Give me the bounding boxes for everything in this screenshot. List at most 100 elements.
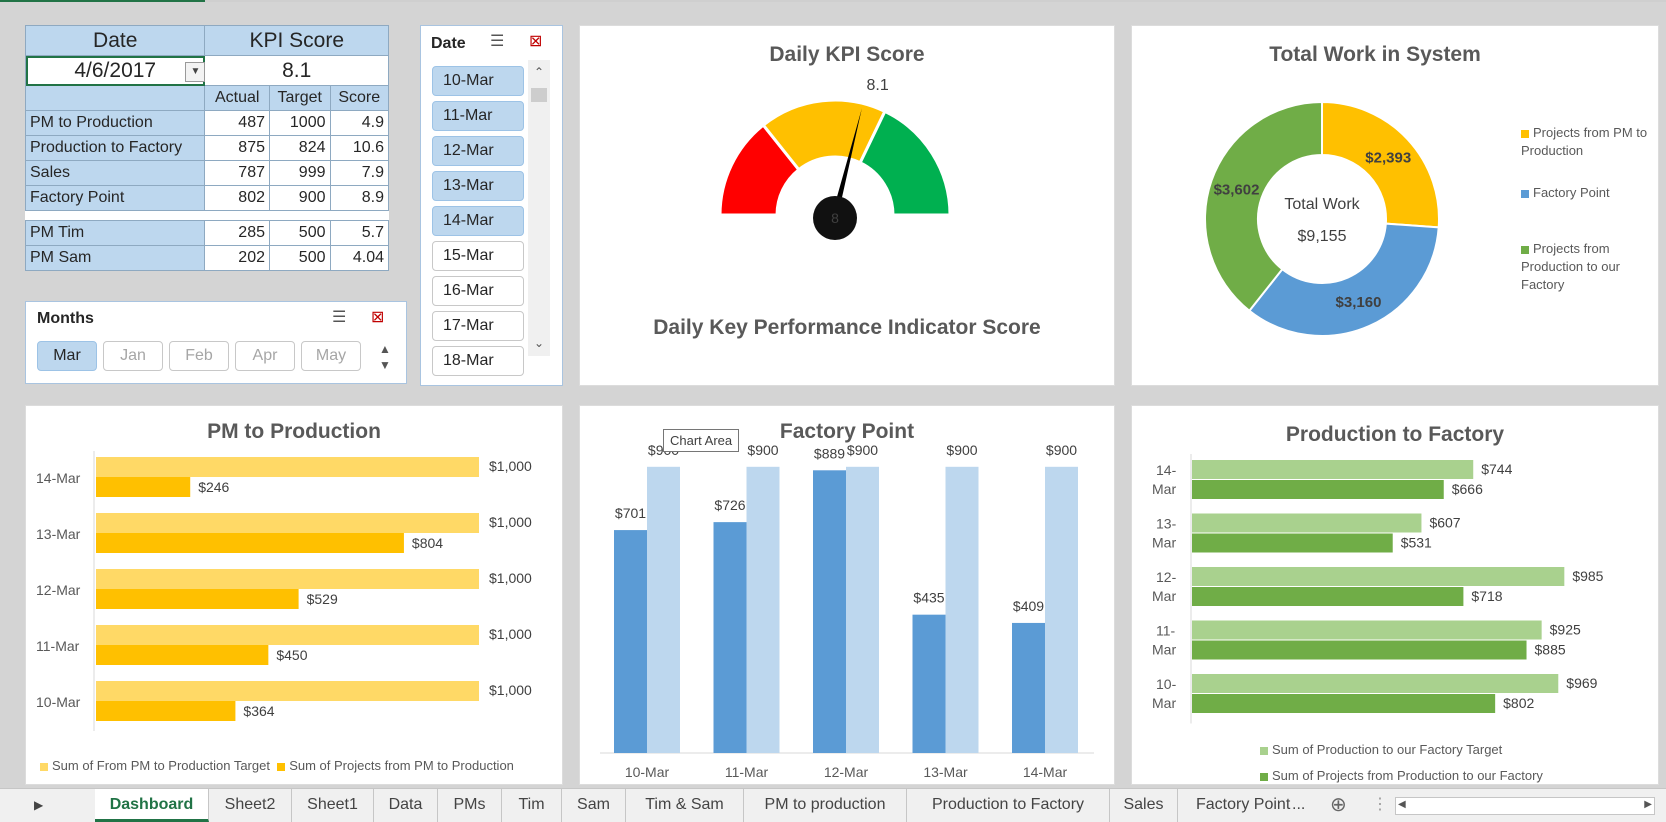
clear-filter-icon[interactable]: ⊠ [529, 31, 542, 51]
tab-tim[interactable]: Tim [502, 789, 562, 822]
months-slicer-title: Months [37, 310, 94, 327]
target-bar [96, 513, 479, 533]
factory-point-panel[interactable]: Factory Point $701$90010-Mar$726$90011-M… [579, 405, 1115, 785]
actual-bar [1192, 480, 1444, 499]
more-tabs-indicator[interactable]: ... [1292, 789, 1312, 822]
bar-value-label: $1,000 [489, 514, 532, 530]
category-label: Mar [1152, 588, 1176, 604]
target-cell: 999 [269, 160, 331, 186]
target-cell: 900 [269, 185, 331, 211]
donut-center-label: Total Work [1284, 196, 1360, 213]
tab-pms[interactable]: PMs [438, 789, 502, 822]
production-to-factory-panel[interactable]: Production to Factory $744 $666 14- Mar $607… [1131, 405, 1659, 785]
tab-pm-to-production[interactable]: PM to production [744, 789, 907, 822]
row-label: Sales [24, 160, 206, 186]
scroll-down-icon[interactable]: ▼ [374, 358, 396, 372]
total-work-panel[interactable]: Total Work in System $2,393 $3,160 $3,602 T… [1131, 25, 1659, 386]
kpi-gauge-panel[interactable]: Daily KPI Score 8 8.1 Daily Key Performan… [579, 25, 1115, 386]
clear-filter-icon[interactable]: ⊠ [371, 307, 384, 327]
actual-bar [614, 530, 647, 753]
bar-value-label: $1,000 [489, 626, 532, 642]
actual-cell: 787 [204, 160, 270, 186]
category-label: 12-Mar [36, 582, 81, 598]
date-slicer: Date ☰ ⊠ 10-Mar 11-Mar 12-Mar 13-Mar 14-… [420, 25, 563, 386]
actual-bar [713, 522, 747, 753]
tab-production-to-factory[interactable]: Production to Factory [907, 789, 1110, 822]
actual-bar [96, 701, 236, 721]
date-chip-12-mar[interactable]: 12-Mar [432, 136, 524, 166]
pm-to-production-panel[interactable]: PM to Production $1,000 $246 14-Mar $1,000 $… [25, 405, 563, 785]
actual-bar [1192, 694, 1496, 713]
chevron-down-icon[interactable]: ▼ [185, 62, 206, 82]
actual-cell: 285 [204, 220, 270, 246]
date-chip-10-mar[interactable]: 10-Mar [432, 66, 524, 96]
date-chip-13-mar[interactable]: 13-Mar [432, 171, 524, 201]
date-input-cell[interactable]: 4/6/2017 ▼ [24, 55, 206, 86]
date-chip-16-mar[interactable]: 16-Mar [432, 276, 524, 306]
target-bar [96, 625, 479, 645]
target-bar [945, 466, 979, 753]
date-chip-14-mar[interactable]: 14-Mar [432, 206, 524, 236]
target-bar [1045, 466, 1078, 753]
table-row: PM Sam 202 500 4.04 [24, 245, 389, 271]
tab-sheet2[interactable]: Sheet2 [209, 789, 292, 822]
category-label: 12-Mar [824, 764, 869, 780]
scroll-thumb[interactable] [531, 88, 547, 102]
month-chip-feb[interactable]: Feb [169, 341, 229, 371]
date-chip-17-mar[interactable]: 17-Mar [432, 311, 524, 341]
tab-tim-and-sam[interactable]: Tim & Sam [626, 789, 744, 822]
scroll-up-icon[interactable]: ▲ [374, 342, 396, 356]
date-header: Date [24, 25, 206, 56]
tab-sheet1[interactable]: Sheet1 [292, 789, 374, 822]
tab-dashboard[interactable]: Dashboard [95, 789, 209, 822]
tab-splitter[interactable]: ⋮ [1372, 789, 1388, 822]
scroll-up-icon[interactable]: ⌃ [528, 65, 550, 79]
date-slicer-scrollbar[interactable]: ⌃ ⌄ [528, 60, 550, 356]
gauge-value-label: 8.1 [867, 77, 889, 94]
legend-label: Factory Point [1533, 185, 1610, 200]
horizontal-scrollbar[interactable]: ◀ ▶ [1395, 797, 1655, 815]
month-chip-jan[interactable]: Jan [103, 341, 163, 371]
tab-sam[interactable]: Sam [562, 789, 626, 822]
pm-legend: Sum of From PM to Production Target Sum … [40, 758, 514, 773]
tab-sales[interactable]: Sales [1110, 789, 1178, 822]
date-chip-11-mar[interactable]: 11-Mar [432, 101, 524, 131]
category-label: 10-Mar [625, 764, 670, 780]
scroll-right-icon[interactable]: ▶ [1644, 799, 1652, 810]
score-cell: 8.9 [329, 185, 389, 211]
scroll-down-icon[interactable]: ⌄ [528, 336, 550, 350]
target-bar [1192, 513, 1422, 533]
tab-next-icon[interactable]: ▶ [34, 789, 54, 822]
legend-item: Factory Point [1521, 184, 1653, 202]
row-label: Factory Point [24, 185, 206, 211]
month-chip-may[interactable]: May [301, 341, 361, 371]
bar-value-label: $529 [307, 591, 338, 607]
date-chip-15-mar[interactable]: 15-Mar [432, 241, 524, 271]
months-slicer: Months ☰ ⊠ Mar Jan Feb Apr May ▲ ▼ [25, 301, 407, 384]
add-sheet-icon[interactable]: ⊕ [1330, 789, 1354, 822]
donut-svg: $2,393 $3,160 $3,602 Total Work $9,155 [1204, 100, 1440, 337]
actual-bar [96, 477, 191, 497]
table-row: PM to Production 487 1000 4.9 [24, 110, 389, 136]
legend-swatch [1260, 772, 1268, 781]
table-row: Sales 787 999 7.9 [24, 160, 389, 186]
target-bar [1192, 460, 1474, 479]
category-label: Mar [1152, 535, 1176, 551]
donut-center-value: $9,155 [1298, 228, 1347, 245]
bar-value-label: $900 [1046, 442, 1077, 458]
multi-select-icon[interactable]: ☰ [490, 31, 504, 51]
tab-data[interactable]: Data [374, 789, 438, 822]
bar-value-label: $900 [747, 442, 778, 458]
tab-factory-point[interactable]: Factory Point [1196, 789, 1291, 822]
multi-select-icon[interactable]: ☰ [332, 307, 346, 327]
bar-value-label: $804 [412, 535, 443, 551]
target-bar [1192, 620, 1542, 640]
bar-value-label: $900 [847, 442, 878, 458]
legend-item: Sum of Production to our Factory Target [1260, 742, 1502, 757]
date-chip-18-mar[interactable]: 18-Mar [432, 346, 524, 376]
month-chip-apr[interactable]: Apr [235, 341, 295, 371]
month-chip-mar[interactable]: Mar [37, 341, 97, 371]
legend-swatch [1521, 189, 1529, 198]
scroll-left-icon[interactable]: ◀ [1398, 799, 1406, 810]
target-bar [96, 569, 479, 589]
